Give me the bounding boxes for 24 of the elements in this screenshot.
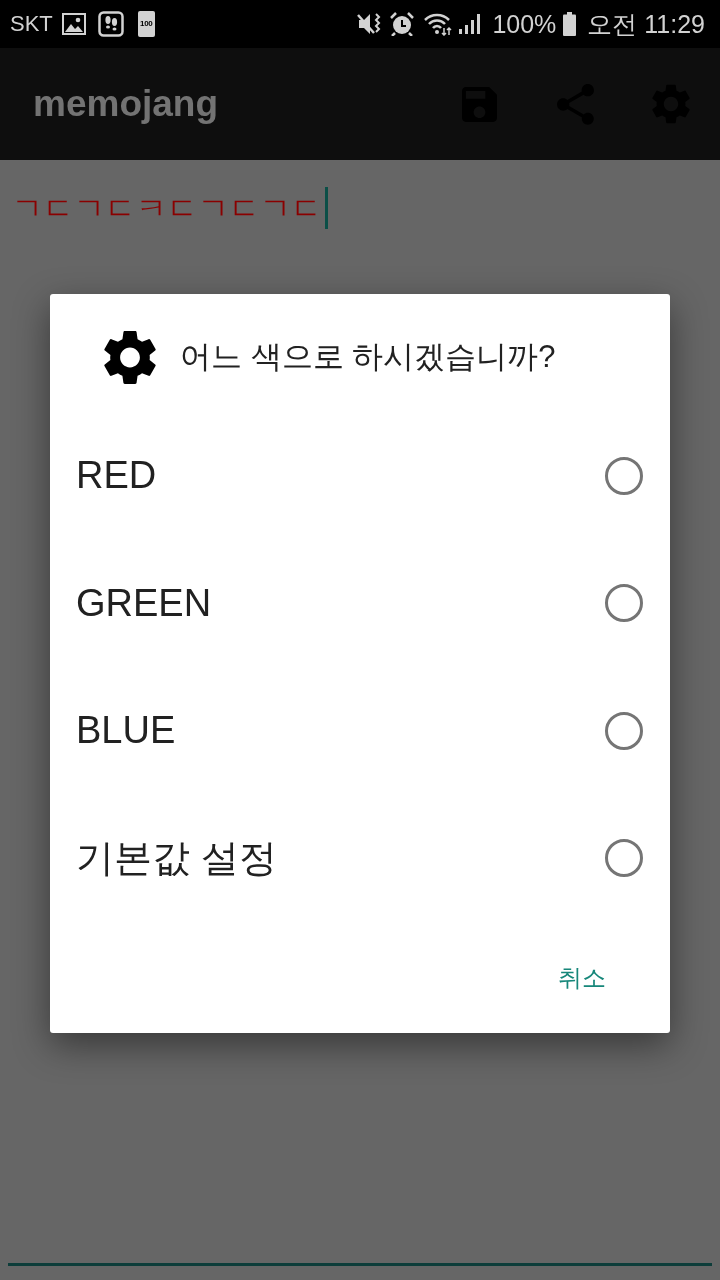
option-label[interactable]: GREEN bbox=[76, 581, 212, 625]
radio-button[interactable] bbox=[605, 456, 643, 495]
alarm-clock-icon bbox=[390, 12, 415, 36]
memo-text: ㄱㄷㄱㄷㅋㄷㄱㄷㄱㄷ bbox=[12, 189, 322, 228]
radio-button[interactable] bbox=[605, 711, 643, 750]
radio-button[interactable] bbox=[605, 839, 643, 878]
clock-time: 오전 11:29 bbox=[587, 10, 705, 38]
option-label[interactable]: 기본값 설정 bbox=[76, 832, 277, 884]
dialog-title: 어느 색으로 하시겠습니까? bbox=[180, 338, 556, 376]
carrier-name: SKT bbox=[10, 10, 53, 38]
battery-icon bbox=[563, 12, 577, 36]
radio-button[interactable] bbox=[605, 584, 643, 623]
text-cursor-icon bbox=[325, 187, 328, 229]
image-icon bbox=[61, 13, 86, 35]
option-label[interactable]: RED bbox=[76, 454, 157, 498]
wifi-icon bbox=[424, 12, 453, 36]
footprints-icon bbox=[97, 11, 124, 37]
app-title: memojang bbox=[33, 83, 219, 125]
cancel-button[interactable]: 취소 bbox=[542, 947, 622, 1008]
settings-icon bbox=[104, 329, 156, 385]
battery-badge: 100 bbox=[137, 11, 155, 37]
battery-percent: 100% bbox=[492, 10, 557, 38]
signal-icon bbox=[458, 13, 482, 35]
option-label[interactable]: BLUE bbox=[76, 709, 176, 753]
